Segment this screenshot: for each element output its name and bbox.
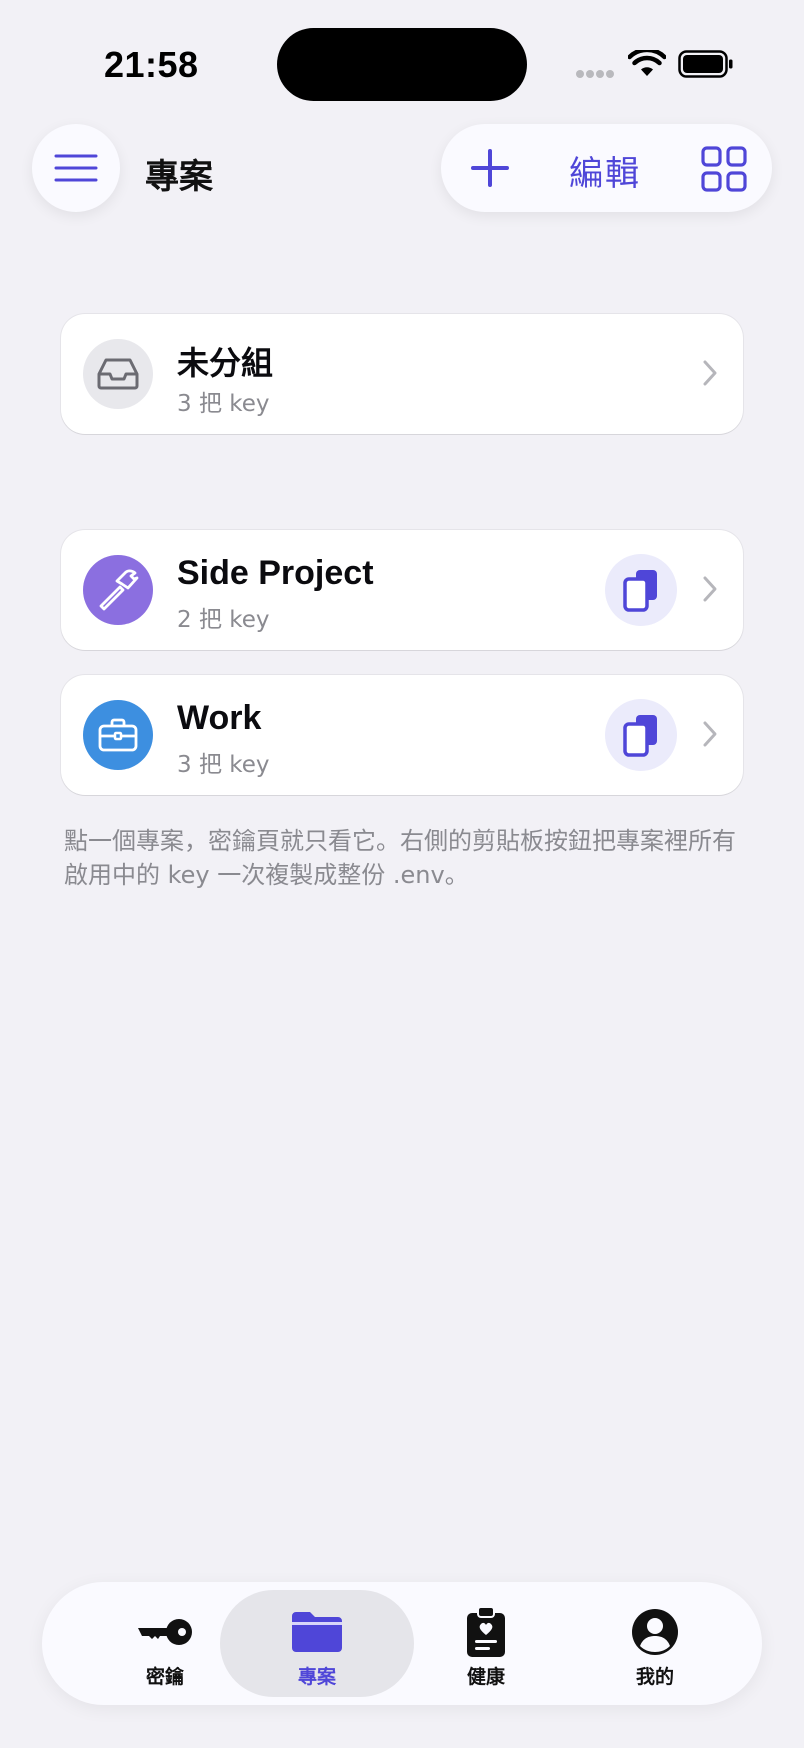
person-icon [632,1609,678,1655]
tab-profile[interactable]: 我的 [558,1590,752,1697]
project-card-work[interactable]: Work 3 把 key [61,675,743,795]
folder-icon [292,1612,342,1652]
chevron-right-icon [703,576,717,602]
battery-icon [678,50,733,78]
clipboard-health-icon [467,1606,505,1657]
hint-text: 點一個專案，密鑰頁就只看它。右側的剪貼板按鈕把專案裡所有啟用中的 key 一次複… [64,827,736,889]
tab-bar: 密鑰 專案 健康 我的 [42,1582,762,1705]
dynamic-island [277,28,527,101]
chevron-right-icon [703,360,717,386]
cellular-signal-icon [576,70,616,80]
inbox-avatar [83,339,153,409]
tab-health[interactable]: 健康 [389,1590,583,1697]
briefcase-icon [98,718,138,752]
project-count: 2 把 key [177,607,270,633]
project-avatar [83,555,153,625]
page-title: 專案 [145,157,213,197]
key-icon [138,1619,192,1645]
hamburger-icon [54,154,98,182]
plus-icon [471,149,509,187]
project-name: Side Project [177,554,374,592]
toolbar-actions: 編輯 [441,124,772,212]
inbox-tray-icon [97,358,139,390]
clipboard-copy-icon [623,570,657,612]
copy-env-button[interactable] [605,554,677,626]
grid-view-icon[interactable] [701,146,747,192]
tab-label: 健康 [466,1666,505,1688]
project-count: 3 把 key [177,752,270,778]
tab-label: 我的 [635,1666,674,1688]
tab-label: 密鑰 [145,1666,184,1688]
ungrouped-name: 未分組 [177,344,274,382]
tab-projects[interactable]: 專案 [220,1590,414,1697]
menu-button[interactable] [32,124,120,212]
edit-button[interactable]: 編輯 [569,146,641,195]
copy-env-button[interactable] [605,699,677,771]
ungrouped-count: 3 把 key [177,391,270,417]
chevron-right-icon [703,721,717,747]
clipboard-copy-icon [623,715,657,757]
project-card-side-project[interactable]: Side Project 2 把 key [61,530,743,650]
add-project-button[interactable] [465,143,515,193]
tab-label: 專案 [297,1666,336,1688]
status-time: 21:58 [104,44,199,85]
wifi-icon [628,50,666,76]
project-name: Work [177,699,262,737]
project-avatar [83,700,153,770]
ungrouped-card[interactable]: 未分組 3 把 key [61,314,743,434]
hammer-icon [99,569,139,611]
